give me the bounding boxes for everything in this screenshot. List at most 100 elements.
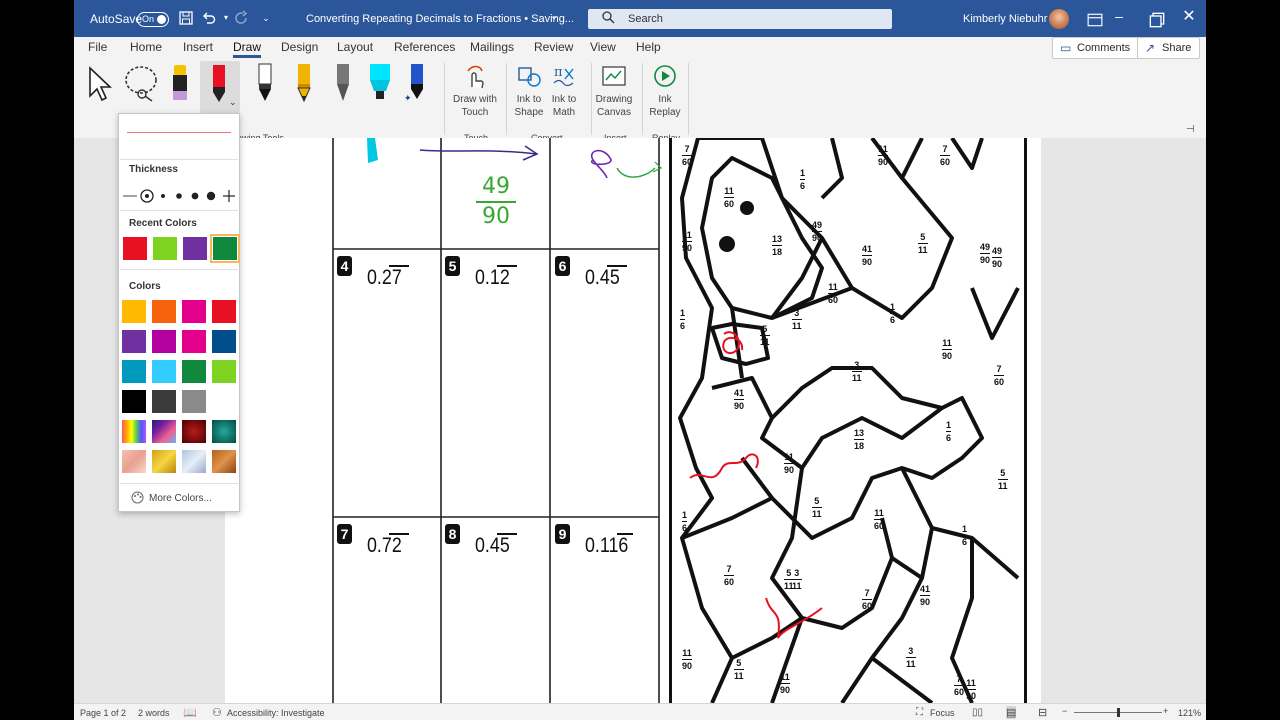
- search-box[interactable]: Search: [588, 9, 892, 29]
- tab-design[interactable]: Design: [281, 40, 318, 54]
- color-swatch[interactable]: [152, 330, 176, 353]
- autosave-toggle[interactable]: On: [137, 12, 169, 27]
- cyan-highlighter-icon[interactable]: [364, 63, 396, 103]
- draw-with-touch-button[interactable]: Draw with Touch: [447, 63, 503, 119]
- tab-layout[interactable]: Layout: [337, 40, 373, 54]
- zoom-out-icon[interactable]: −: [1062, 706, 1067, 716]
- recent-color-swatch[interactable]: [122, 236, 148, 261]
- color-swatch[interactable]: [122, 330, 146, 353]
- autosave-label: AutoSave: [90, 12, 143, 26]
- texture-color-swatch[interactable]: [212, 450, 236, 473]
- black-pen-icon[interactable]: [249, 63, 281, 103]
- color-swatch[interactable]: [152, 360, 176, 383]
- fraction-denominator: 90: [942, 351, 953, 361]
- comments-button[interactable]: ▭ Comments: [1052, 37, 1140, 59]
- document-title[interactable]: Converting Repeating Decimals to Fractio…: [306, 13, 574, 25]
- zoom-in-icon[interactable]: +: [1163, 706, 1168, 716]
- tab-view[interactable]: View: [590, 40, 616, 54]
- customize-toolbar-icon[interactable]: ⌄: [258, 10, 274, 26]
- thickness-slider[interactable]: [123, 187, 237, 205]
- ink-to-math-button[interactable]: π Ink to Math: [536, 63, 592, 119]
- fraction-label: 16: [962, 524, 968, 547]
- fraction-numerator: 41: [862, 244, 873, 254]
- fraction-bar: [954, 685, 965, 686]
- tab-insert[interactable]: Insert: [183, 40, 213, 54]
- minimize-icon[interactable]: –: [1111, 8, 1127, 24]
- color-swatch[interactable]: [152, 390, 176, 413]
- accessibility-status[interactable]: Accessibility: Investigate: [227, 708, 325, 718]
- color-swatch[interactable]: [182, 360, 206, 383]
- avatar[interactable]: [1049, 9, 1069, 29]
- pen-dropdown-icon[interactable]: ⌄: [229, 97, 237, 108]
- fraction-denominator: 90: [682, 243, 693, 253]
- fraction-bar: [734, 399, 745, 400]
- pin-ribbon-icon[interactable]: ⊣: [1186, 124, 1195, 135]
- color-swatch[interactable]: [122, 390, 146, 413]
- fraction-bar: [852, 371, 862, 372]
- gray-pencil-icon[interactable]: [327, 63, 359, 103]
- eraser-icon[interactable]: [170, 63, 190, 103]
- zoom-level[interactable]: 121%: [1178, 708, 1201, 718]
- color-swatch[interactable]: [212, 390, 236, 413]
- color-swatch[interactable]: [212, 300, 236, 323]
- zoom-slider-thumb[interactable]: [1117, 708, 1120, 717]
- color-swatch[interactable]: [122, 300, 146, 323]
- texture-color-swatch[interactable]: [152, 420, 176, 443]
- more-colors-link[interactable]: More Colors...: [149, 493, 212, 504]
- texture-color-swatch[interactable]: [152, 450, 176, 473]
- tab-references[interactable]: References: [394, 40, 455, 54]
- ribbon-display-options-icon[interactable]: [1087, 12, 1103, 28]
- document-page[interactable]: 49 90 9 40.2750.1260.4570.7280.4590.116: [225, 138, 1041, 703]
- tab-file[interactable]: File: [88, 40, 107, 54]
- close-icon[interactable]: ✕: [1181, 9, 1197, 25]
- texture-color-swatch[interactable]: [182, 420, 206, 443]
- fraction-label: 16: [680, 308, 686, 331]
- user-name[interactable]: Kimberly Niebuhr: [963, 13, 1047, 25]
- tab-mailings[interactable]: Mailings: [470, 40, 514, 54]
- undo-dropdown-icon[interactable]: ▾: [218, 10, 234, 26]
- select-arrow-icon[interactable]: [86, 66, 114, 102]
- tab-draw[interactable]: Draw: [233, 40, 262, 58]
- recent-color-swatch[interactable]: [152, 236, 178, 261]
- color-swatch[interactable]: [212, 360, 236, 383]
- color-swatch[interactable]: [182, 330, 206, 353]
- pen-red-selected[interactable]: ⌄: [200, 61, 240, 113]
- fraction-denominator: 60: [954, 687, 965, 697]
- tab-home[interactable]: Home: [130, 40, 162, 54]
- color-swatch[interactable]: [152, 300, 176, 323]
- texture-color-swatch[interactable]: [182, 450, 206, 473]
- texture-color-swatch[interactable]: [212, 420, 236, 443]
- redo-icon[interactable]: [234, 10, 250, 26]
- recent-color-swatch[interactable]: [210, 234, 240, 263]
- yellow-pencil-icon[interactable]: [288, 63, 320, 103]
- color-swatch[interactable]: [182, 300, 206, 323]
- fraction-label: 11 90: [780, 672, 791, 695]
- title-dropdown-icon[interactable]: ⌄: [550, 11, 558, 22]
- share-button[interactable]: ↗ Share: [1137, 37, 1201, 59]
- texture-color-swatch[interactable]: [122, 450, 146, 473]
- tab-review[interactable]: Review: [534, 40, 573, 54]
- undo-icon[interactable]: [201, 10, 217, 26]
- fraction-bar: [682, 659, 693, 660]
- web-layout-icon[interactable]: ⊟: [1038, 706, 1047, 719]
- save-icon[interactable]: [178, 10, 194, 26]
- proofing-icon[interactable]: 📖: [183, 706, 197, 719]
- print-layout-icon[interactable]: ▤: [1006, 706, 1017, 719]
- color-swatch[interactable]: [212, 330, 236, 353]
- thickness-options[interactable]: [123, 187, 237, 205]
- color-swatch[interactable]: [122, 360, 146, 383]
- ink-replay-button[interactable]: Ink Replay: [637, 63, 693, 119]
- focus-button[interactable]: Focus: [930, 708, 955, 718]
- lasso-select-icon[interactable]: [122, 63, 162, 103]
- recent-color-swatch[interactable]: [182, 236, 208, 261]
- galaxy-pen-icon[interactable]: ✦: [401, 63, 433, 103]
- tab-help[interactable]: Help: [636, 40, 661, 54]
- page-count[interactable]: Page 1 of 2: [80, 708, 126, 718]
- word-count[interactable]: 2 words: [138, 708, 170, 718]
- color-swatch[interactable]: [182, 390, 206, 413]
- colors-heading: Colors: [129, 281, 161, 292]
- texture-color-swatch[interactable]: [122, 420, 146, 443]
- drawing-canvas-button[interactable]: Drawing Canvas: [586, 63, 642, 119]
- read-mode-icon[interactable]: ▯▯: [972, 707, 983, 718]
- restore-icon[interactable]: [1149, 12, 1165, 28]
